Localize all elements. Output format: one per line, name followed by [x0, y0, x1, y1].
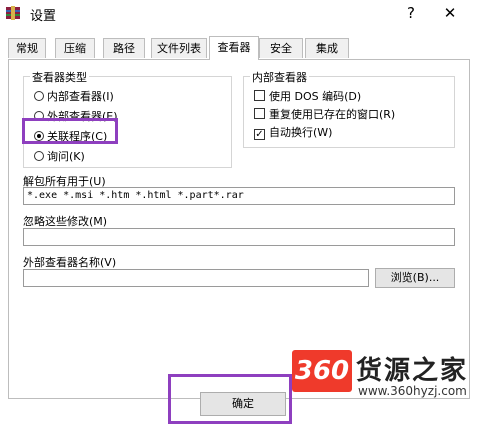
winrar-icon — [6, 6, 20, 20]
tab-general[interactable]: 常规 — [8, 38, 46, 58]
watermark-url: www.360hyzj.com — [358, 384, 467, 398]
external-viewer-input[interactable] — [23, 269, 369, 287]
watermark-logo: 360 — [292, 350, 352, 392]
checkmark-icon: ✓ — [254, 129, 265, 140]
checkbox-label: 重复使用已存在的窗口(R) — [269, 108, 396, 121]
unpack-for-input[interactable]: *.exe *.msi *.htm *.html *.part*.rar — [23, 187, 455, 205]
radio-label: 关联程序(C) — [47, 130, 108, 143]
radio-ask[interactable]: 询问(K) — [34, 149, 85, 165]
radio-associated-program[interactable]: 关联程序(C) — [34, 129, 107, 145]
checkbox-word-wrap[interactable]: ✓ 自动换行(W) — [254, 125, 332, 141]
radio-selected-icon — [34, 131, 44, 141]
tab-integration[interactable]: 集成 — [305, 38, 349, 58]
settings-panel: 查看器类型 内部查看器(I) 外部查看器(E) 关联程序(C) 询问(K) 内部… — [8, 59, 470, 399]
external-viewer-label: 外部查看器名称(V) — [23, 256, 117, 269]
radio-label: 内部查看器(I) — [47, 90, 114, 103]
browse-button[interactable]: 浏览(B)... — [375, 268, 455, 288]
tab-compression[interactable]: 压缩 — [55, 38, 95, 58]
checkbox-dos-encoding[interactable]: 使用 DOS 编码(D) — [254, 89, 361, 105]
radio-icon — [34, 151, 44, 161]
tab-paths[interactable]: 路径 — [103, 38, 145, 58]
radio-icon — [34, 111, 44, 121]
window-title: 设置 — [30, 9, 57, 24]
checkbox-icon — [254, 108, 265, 119]
checkbox-icon — [254, 90, 265, 101]
viewer-type-title: 查看器类型 — [30, 69, 89, 85]
radio-internal-viewer[interactable]: 内部查看器(I) — [34, 89, 114, 105]
tab-file-list[interactable]: 文件列表 — [151, 38, 207, 58]
tab-security[interactable]: 安全 — [259, 38, 303, 58]
internal-viewer-group: 内部查看器 使用 DOS 编码(D) 重复使用已存在的窗口(R) ✓ 自动换行(W… — [243, 69, 455, 148]
radio-label: 询问(K) — [47, 150, 85, 163]
checkbox-label: 自动换行(W) — [269, 126, 333, 139]
ignore-changes-input[interactable] — [23, 228, 455, 246]
radio-label: 外部查看器(E) — [47, 110, 118, 123]
title-bar: 设置 ? ✕ — [0, 0, 478, 28]
checkbox-label: 使用 DOS 编码(D) — [269, 90, 362, 103]
radio-external-viewer[interactable]: 外部查看器(E) — [34, 109, 118, 125]
close-button[interactable]: ✕ — [436, 2, 464, 24]
internal-viewer-title: 内部查看器 — [250, 69, 309, 85]
tab-viewer[interactable]: 查看器 — [209, 36, 259, 60]
ok-button[interactable]: 确定 — [200, 392, 286, 416]
radio-icon — [34, 91, 44, 101]
viewer-type-group: 查看器类型 内部查看器(I) 外部查看器(E) 关联程序(C) 询问(K) — [23, 69, 232, 168]
checkbox-reuse-window[interactable]: 重复使用已存在的窗口(R) — [254, 107, 395, 123]
watermark-text: 货源之家 — [356, 356, 469, 386]
help-button[interactable]: ? — [399, 2, 423, 24]
ignore-changes-label: 忽略这些修改(M) — [23, 215, 108, 228]
